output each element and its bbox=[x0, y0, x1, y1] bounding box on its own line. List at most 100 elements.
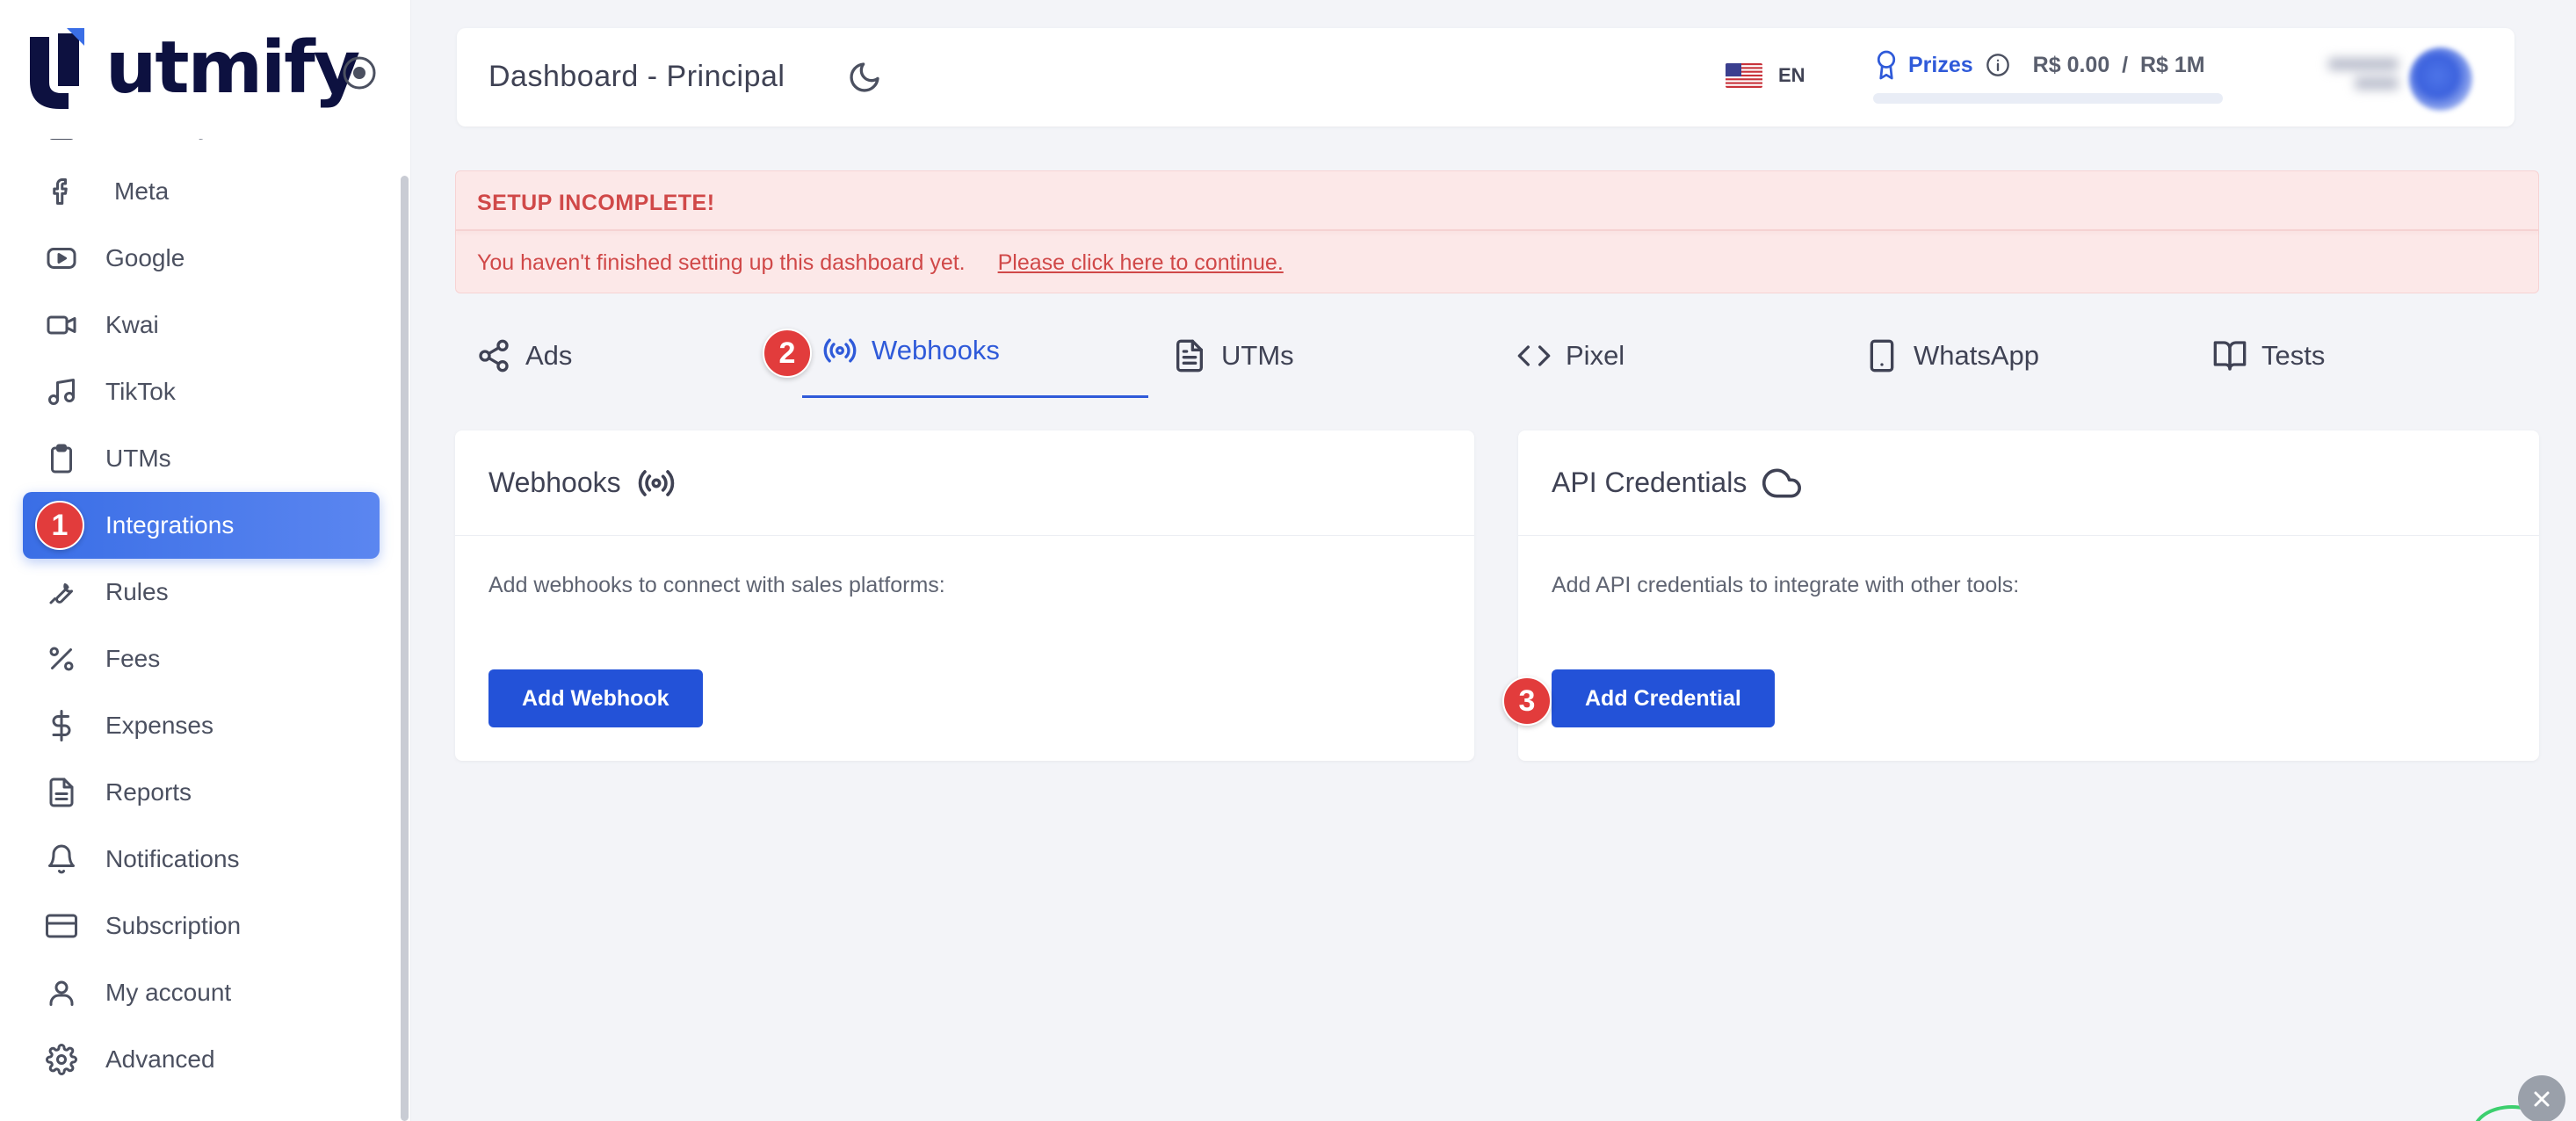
sidebar-item-google[interactable]: Google bbox=[23, 225, 380, 292]
credit-card-icon bbox=[44, 908, 79, 944]
api-credentials-card-title: API Credentials bbox=[1552, 466, 1747, 498]
sidebar-item-label: Integrations bbox=[105, 511, 235, 539]
sidebar-item-utms[interactable]: UTMs bbox=[23, 425, 380, 492]
sidebar-item-expenses[interactable]: Expenses bbox=[23, 692, 380, 759]
alert-message: You haven't finished setting up this das… bbox=[477, 250, 966, 275]
tab-whatsapp[interactable]: WhatsApp bbox=[1864, 334, 2039, 378]
sidebar-item-label: Kwai bbox=[105, 311, 159, 338]
setup-incomplete-alert: SETUP INCOMPLETE! You haven't finished s… bbox=[455, 170, 2539, 293]
api-credentials-card-description: Add API credentials to integrate with ot… bbox=[1552, 573, 2020, 597]
tab-label: WhatsApp bbox=[1914, 340, 2040, 371]
clipboard-icon bbox=[44, 441, 79, 476]
page-title: Dashboard - Principal bbox=[488, 60, 785, 93]
sidebar-item-label: Rules bbox=[105, 578, 169, 605]
alert-divider bbox=[456, 229, 2538, 231]
summary-icon bbox=[44, 139, 79, 144]
cloud-icon bbox=[1762, 464, 1802, 503]
alert-body: You haven't finished setting up this das… bbox=[477, 250, 1284, 276]
video-camera-icon bbox=[44, 307, 79, 343]
alert-title: SETUP INCOMPLETE! bbox=[477, 191, 715, 215]
sidebar-item-label: Advanced bbox=[105, 1045, 215, 1073]
sidebar-item-label: Fees bbox=[105, 645, 161, 672]
sidebar-item-rules[interactable]: Rules bbox=[23, 559, 380, 626]
active-tab-indicator bbox=[802, 395, 1148, 398]
prizes-widget[interactable]: Prizes R$ 0.00 / R$ 1M bbox=[1873, 49, 2225, 104]
percent-icon bbox=[44, 641, 79, 676]
tab-label: Tests bbox=[2261, 340, 2326, 371]
moon-icon[interactable] bbox=[847, 60, 882, 95]
us-flag-icon bbox=[1726, 63, 1762, 88]
brand-name: utmify bbox=[105, 26, 360, 110]
sidebar-item-reports[interactable]: Reports bbox=[23, 759, 380, 826]
prizes-label: Prizes bbox=[1908, 52, 1973, 77]
sidebar-item-tiktok[interactable]: TikTok bbox=[23, 358, 380, 425]
sidebar-item-label: Summary bbox=[105, 112, 211, 140]
document-icon bbox=[44, 775, 79, 810]
sidebar-item-label: UTMs bbox=[105, 445, 171, 472]
sidebar-item-label: Meta bbox=[114, 177, 170, 205]
webhooks-card-header: Webhooks bbox=[455, 430, 1474, 536]
user-name-blurred[interactable] bbox=[2302, 51, 2399, 104]
close-icon bbox=[2534, 1091, 2550, 1107]
file-text-icon bbox=[1172, 338, 1207, 373]
tab-label: Ads bbox=[525, 340, 573, 371]
award-icon bbox=[1877, 50, 1896, 80]
bell-icon bbox=[44, 842, 79, 877]
sidebar-item-label: Expenses bbox=[105, 712, 213, 739]
api-credentials-card: API Credentials Add API credentials to i… bbox=[1518, 430, 2539, 761]
tab-tests[interactable]: Tests bbox=[2212, 334, 2325, 378]
language-selector[interactable]: EN bbox=[1726, 63, 1805, 88]
tab-utms[interactable]: UTMs bbox=[1172, 334, 1294, 378]
step-badge-2: 2 bbox=[763, 329, 812, 378]
continue-setup-link[interactable]: Please click here to continue. bbox=[998, 250, 1284, 275]
user-icon bbox=[44, 975, 79, 1010]
sidebar-item-meta[interactable]: Meta bbox=[23, 158, 380, 225]
sidebar-item-notifications[interactable]: Notifications bbox=[23, 826, 380, 893]
broadcast-icon bbox=[822, 333, 857, 368]
language-label: EN bbox=[1778, 64, 1805, 86]
add-webhook-button[interactable]: Add Webhook bbox=[488, 669, 703, 727]
sidebar-item-my-account[interactable]: My account bbox=[23, 959, 380, 1026]
code-icon bbox=[1516, 338, 1552, 373]
facebook-icon bbox=[44, 174, 79, 209]
sidebar-item-label: Notifications bbox=[105, 845, 240, 872]
sidebar-item-advanced[interactable]: Advanced bbox=[23, 1026, 380, 1093]
tab-ads[interactable]: Ads bbox=[476, 334, 572, 378]
webhooks-card-description: Add webhooks to connect with sales platf… bbox=[488, 573, 945, 597]
smartphone-icon bbox=[1864, 338, 1899, 373]
step-badge-3: 3 bbox=[1502, 676, 1552, 726]
avatar[interactable] bbox=[2409, 47, 2472, 111]
gear-icon bbox=[44, 1042, 79, 1077]
tab-label: UTMs bbox=[1221, 340, 1294, 371]
prizes-amount: R$ 0.00 / R$ 1M bbox=[2032, 52, 2205, 77]
top-header: Dashboard - Principal EN Prizes R$ 0.00 … bbox=[457, 28, 2514, 127]
tab-pixel[interactable]: Pixel bbox=[1516, 334, 1624, 378]
sidebar-item-label: My account bbox=[105, 979, 232, 1006]
youtube-icon bbox=[44, 241, 79, 276]
sidebar-scrollbar[interactable] bbox=[401, 176, 409, 1121]
sidebar: utmify Summary Meta Google Kwai TikTok U… bbox=[0, 0, 411, 1121]
sidebar-item-label: Reports bbox=[105, 778, 192, 806]
sidebar-item-label: Google bbox=[105, 244, 185, 271]
webhooks-card-title: Webhooks bbox=[488, 466, 621, 498]
music-note-icon bbox=[44, 374, 79, 409]
wrench-icon bbox=[44, 575, 79, 610]
sidebar-item-kwai[interactable]: Kwai bbox=[23, 292, 380, 358]
brand-logo[interactable]: utmify bbox=[26, 25, 360, 112]
add-credential-button[interactable]: Add Credential bbox=[1552, 669, 1775, 727]
share-icon bbox=[476, 338, 511, 373]
broadcast-icon bbox=[637, 464, 676, 503]
tab-label: Pixel bbox=[1566, 340, 1625, 371]
sidebar-item-fees[interactable]: Fees bbox=[23, 626, 380, 692]
tab-webhooks[interactable]: Webhooks bbox=[822, 329, 1000, 372]
webhooks-card: Webhooks Add webhooks to connect with sa… bbox=[455, 430, 1474, 761]
step-badge-1: 1 bbox=[35, 501, 84, 550]
info-icon[interactable] bbox=[1986, 53, 2010, 77]
tab-label: Webhooks bbox=[872, 335, 1000, 365]
sidebar-item-subscription[interactable]: Subscription bbox=[23, 893, 380, 959]
api-credentials-card-header: API Credentials bbox=[1518, 430, 2539, 536]
dollar-icon bbox=[44, 708, 79, 743]
close-widget-button[interactable] bbox=[2518, 1075, 2565, 1121]
utmify-logo-icon bbox=[30, 28, 84, 109]
sidebar-toggle-icon[interactable] bbox=[341, 54, 378, 91]
